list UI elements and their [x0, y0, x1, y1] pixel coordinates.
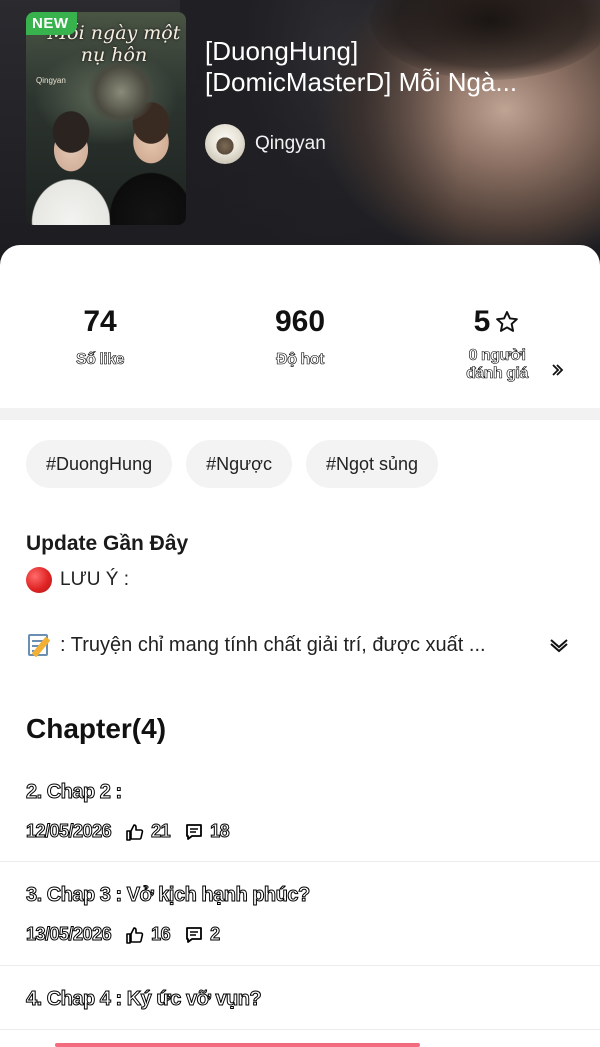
- hot-label: Độ hot: [276, 351, 325, 369]
- comment-icon: [186, 926, 203, 943]
- tag-list: #DuongHung #Ngược #Ngọt sủng: [26, 440, 439, 488]
- chapter-date: 12/05/2026: [25, 821, 112, 842]
- cover-rose: [86, 62, 156, 122]
- rating-label-line2: đánh giá: [466, 365, 529, 383]
- story-title-line2: [DomicMasterD] Mỗi Ngà...: [205, 67, 518, 97]
- thumbs-up-icon: [126, 926, 144, 944]
- thumbs-up-icon: [126, 823, 144, 841]
- stat-hot: 960 Độ hot: [200, 305, 400, 369]
- likes-label: Số like: [75, 351, 125, 369]
- update-note-text: LƯU Ý :: [60, 569, 130, 590]
- update-note: LƯU Ý :: [26, 567, 129, 593]
- memo-icon: [26, 632, 52, 658]
- story-title-line1: [DuongHung]: [205, 36, 359, 66]
- hot-count: 960: [274, 305, 326, 338]
- update-description-text: : Truyện chỉ mang tính chất giải trí, đư…: [60, 633, 486, 656]
- chapter-likes: 16: [125, 924, 172, 945]
- chevron-right-icon[interactable]: [550, 361, 564, 382]
- tag-chip[interactable]: #Ngọt sủng: [305, 440, 439, 488]
- row-divider: [0, 1029, 600, 1030]
- like-count: 21: [151, 821, 172, 842]
- section-divider: [0, 408, 600, 420]
- story-title: [DuongHung] [DomicMasterD] Mỗi Ngà...: [205, 36, 585, 98]
- story-header: NEW Mỗi ngày một nụ hôn Qingyan [DuongHu…: [0, 0, 600, 270]
- tag-chip[interactable]: #Ngược: [186, 440, 292, 488]
- stat-rating[interactable]: 5 0 người đánh giá: [397, 305, 597, 383]
- comment-icon: [186, 823, 203, 840]
- stats-row: 74 Số like 960 Độ hot 5 0 người đánh giá: [0, 245, 600, 405]
- row-divider: [0, 965, 600, 966]
- bottom-action-bar[interactable]: [55, 1043, 420, 1047]
- row-divider: [0, 861, 600, 862]
- chevron-down-icon[interactable]: [548, 634, 570, 656]
- stat-likes: 74 Số like: [0, 305, 200, 369]
- rating-value-row: 5: [397, 305, 597, 339]
- new-badge: NEW: [26, 12, 77, 35]
- chapter-likes: 21: [125, 821, 172, 842]
- chapter-title[interactable]: 3. Chap 3 : Vở kịch hạnh phúc?: [26, 884, 311, 907]
- chapter-title[interactable]: 2. Chap 2 :: [26, 781, 123, 804]
- star-outline-icon: [496, 311, 519, 332]
- chapter-meta: 13/05/2026 16 2: [25, 924, 221, 945]
- update-description[interactable]: : Truyện chỉ mang tính chất giải trí, đư…: [26, 632, 576, 658]
- chapter-date: 13/05/2026: [25, 924, 112, 945]
- like-count: 16: [151, 924, 172, 945]
- red-circle-icon: [26, 567, 52, 593]
- chapter-comments: 2: [184, 924, 221, 945]
- rating-label-line1: 0 người: [468, 347, 526, 365]
- tag-chip[interactable]: #DuongHung: [26, 440, 173, 488]
- avatar[interactable]: [205, 124, 245, 164]
- chapter-meta: 12/05/2026 21 18: [25, 821, 231, 842]
- comment-count: 18: [210, 821, 231, 842]
- likes-count: 74: [83, 305, 117, 338]
- author-row[interactable]: Qingyan: [205, 124, 326, 164]
- cover-image[interactable]: NEW Mỗi ngày một nụ hôn Qingyan: [26, 12, 186, 225]
- author-name[interactable]: Qingyan: [255, 133, 326, 155]
- chapter-heading: Chapter(4): [26, 713, 167, 744]
- rating-label: 0 người đánh giá: [397, 347, 597, 383]
- comment-count: 2: [210, 924, 221, 945]
- story-card: 74 Số like 960 Độ hot 5 0 người đánh giá…: [0, 245, 600, 1047]
- update-title: Update Gần Đây: [26, 532, 189, 555]
- chapter-comments: 18: [184, 821, 231, 842]
- cover-author: Qingyan: [36, 76, 66, 85]
- chapter-title[interactable]: 4. Chap 4 : Ký ức vỡ vụn?: [25, 988, 262, 1011]
- rating-value: 5: [473, 305, 491, 338]
